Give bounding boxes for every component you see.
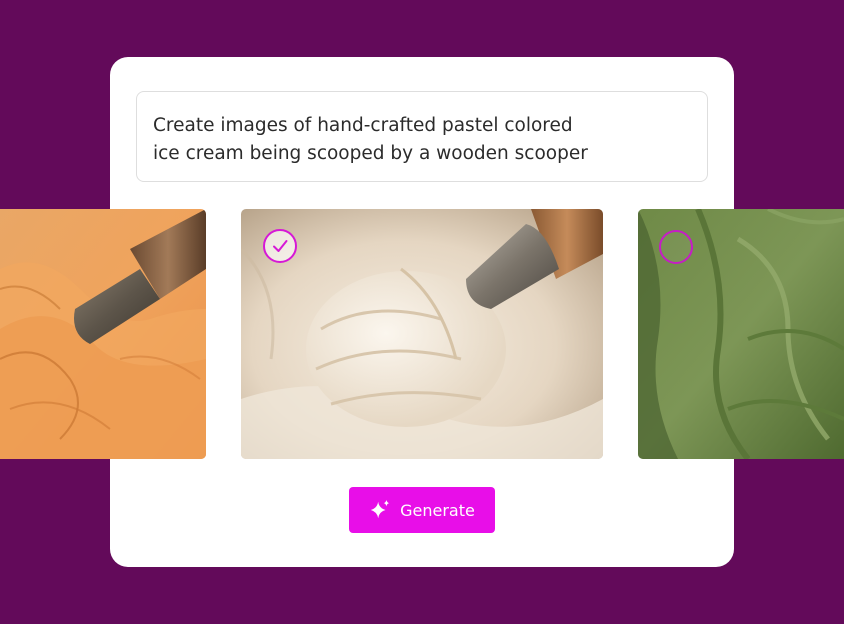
sparkle-icon [370, 499, 390, 519]
generate-button-label: Generate [400, 500, 475, 520]
prompt-line-2: ice cream being scooped by a wooden scoo… [153, 143, 588, 164]
generate-button[interactable]: Generate [349, 487, 495, 533]
orange-ice-cream-image [0, 209, 206, 459]
prompt-line-1: Create images of hand-crafted pastel col… [153, 115, 573, 136]
generated-image-orange[interactable] [0, 209, 206, 459]
selection-checkbox-selected[interactable] [263, 229, 297, 263]
selection-checkbox-unselected[interactable] [659, 230, 693, 264]
check-icon [273, 240, 288, 252]
prompt-text-box[interactable]: Create images of hand-crafted pastel col… [136, 91, 708, 182]
